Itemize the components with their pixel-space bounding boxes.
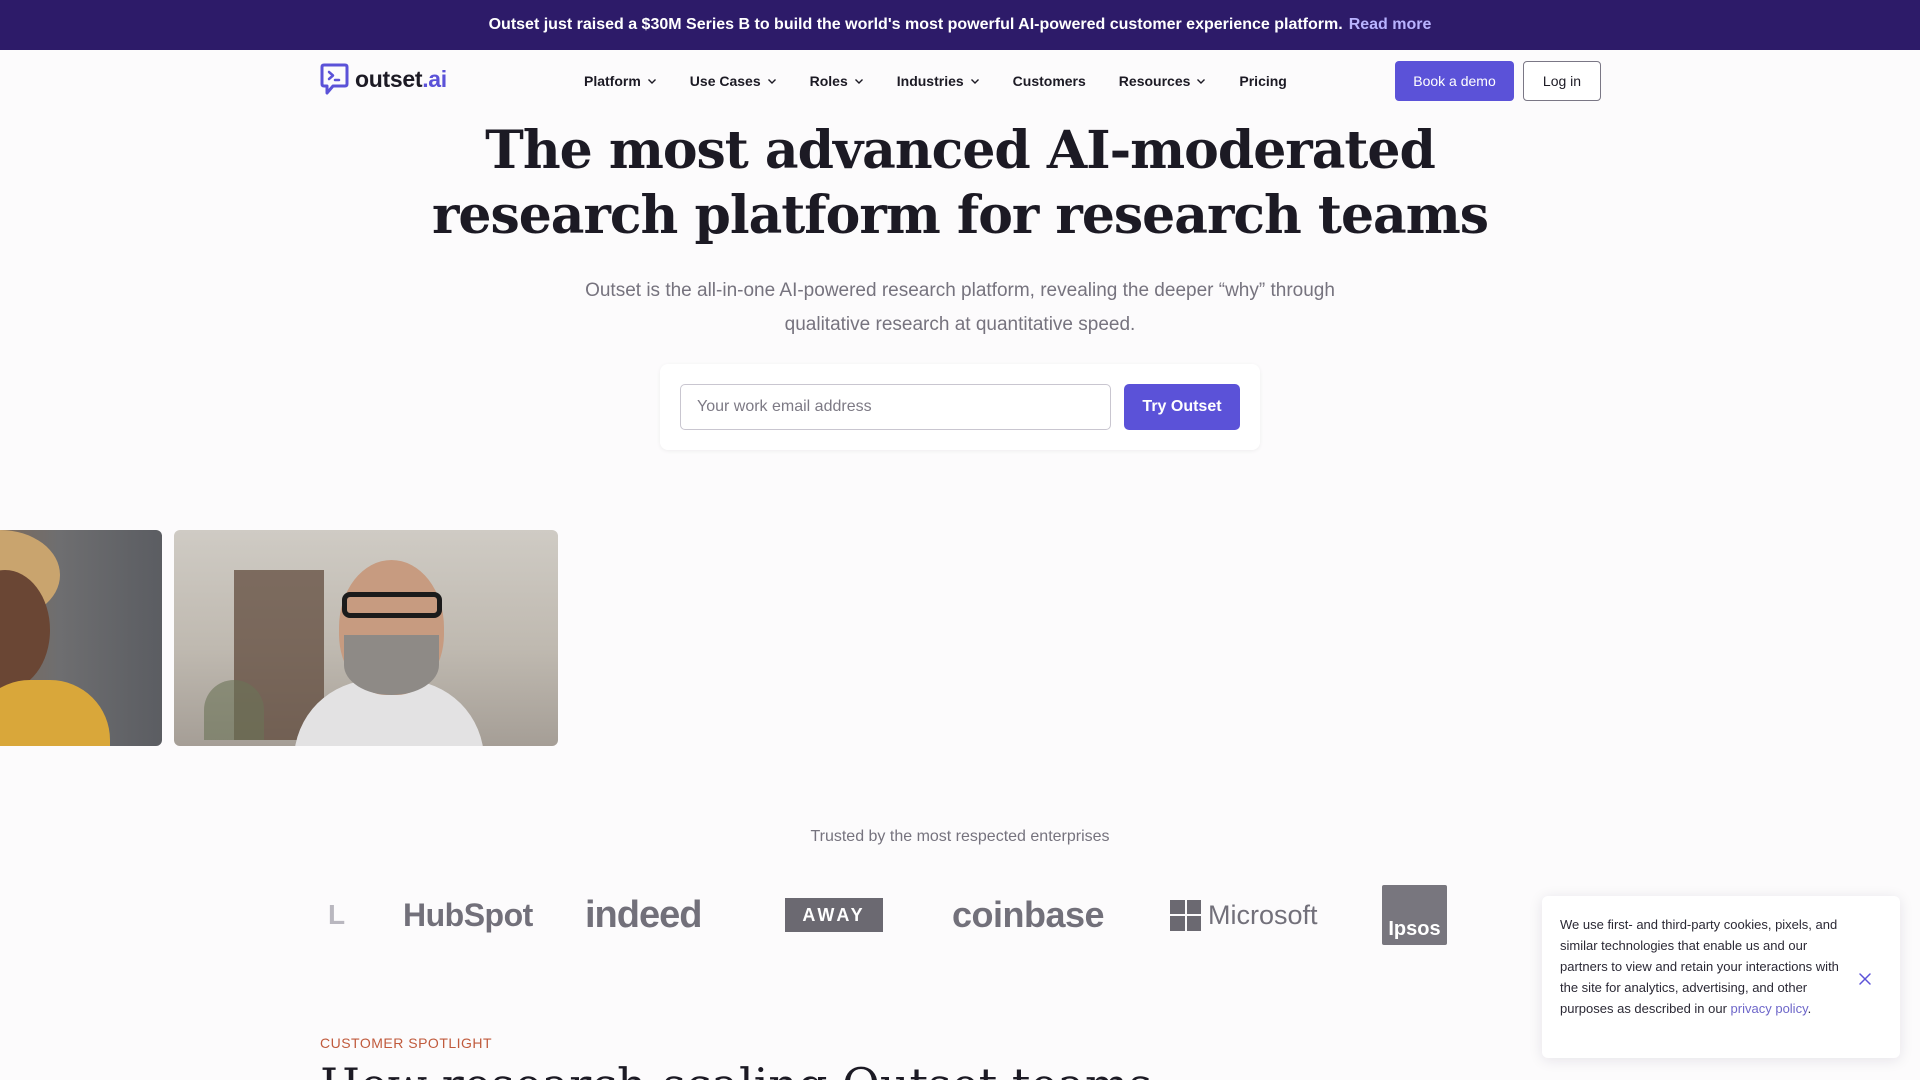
logo-wordmark: outset.ai xyxy=(355,66,447,93)
nav-label: Industries xyxy=(896,73,964,89)
close-icon xyxy=(1859,973,1871,985)
partial-logo: L xyxy=(328,899,346,930)
privacy-policy-link[interactable]: privacy policy xyxy=(1731,1001,1808,1016)
away-logo: AWAY xyxy=(785,880,883,950)
cookie-banner: We use first- and third-party cookies, p… xyxy=(1542,896,1900,1058)
announcement-bar: Outset just raised a $30M Series B to bu… xyxy=(0,0,1920,50)
coinbase-logo: coinbase xyxy=(952,894,1105,935)
nav-label: Platform xyxy=(584,73,641,89)
cookie-period: . xyxy=(1807,1001,1812,1016)
spotlight-title: How research-scaling Outset teams xyxy=(320,1058,1152,1080)
logo-accent: .ai xyxy=(422,65,447,92)
ipsos-logo: Ipsos xyxy=(1382,880,1447,950)
away-logo-text: AWAY xyxy=(785,898,883,932)
nav-label: Resources xyxy=(1118,73,1191,89)
main-nav: outset.ai Platform Use Cases Roles Indus… xyxy=(0,50,1920,112)
nav-item-use-cases[interactable]: Use Cases xyxy=(690,73,777,89)
hero-title: The most advanced AI-moderated research … xyxy=(0,118,1920,248)
try-outset-button[interactable]: Try Outset xyxy=(1124,384,1240,430)
chat-terminal-icon xyxy=(320,63,349,95)
participant-glasses xyxy=(342,592,442,618)
hubspot-logo: HubSpot xyxy=(403,896,533,933)
video-tile-participant-2[interactable] xyxy=(174,530,558,746)
participant-shirt xyxy=(0,680,110,746)
nav-item-resources[interactable]: Resources xyxy=(1119,73,1207,89)
nav-label: Customers xyxy=(1012,73,1086,89)
nav-item-pricing[interactable]: Pricing xyxy=(1239,73,1286,89)
cookie-text: We use first- and third-party cookies, p… xyxy=(1560,914,1840,1019)
logo-name: outset xyxy=(355,65,423,92)
nav-label: Pricing xyxy=(1239,73,1287,89)
nav-item-industries[interactable]: Industries xyxy=(897,73,980,89)
logo-carousel: L HubSpot indeed AWAY coinbase Microsoft… xyxy=(320,880,1510,950)
hero-title-line-2: research platform for research teams xyxy=(431,185,1489,246)
spotlight-label: CUSTOMER SPOTLIGHT xyxy=(320,1035,493,1051)
logo[interactable]: outset.ai xyxy=(319,62,447,96)
nav-item-customers[interactable]: Customers xyxy=(1013,73,1086,89)
signup-form: Try Outset xyxy=(660,364,1260,450)
chevron-down-icon xyxy=(854,79,863,84)
ipsos-logo-text: Ipsos xyxy=(1382,885,1447,945)
microsoft-squares-icon xyxy=(1170,899,1201,931)
trusted-heading: Trusted by the most respected enterprise… xyxy=(810,828,1110,845)
nav-item-roles[interactable]: Roles xyxy=(810,73,864,89)
close-cookie-button[interactable] xyxy=(1854,968,1876,990)
chevron-down-icon xyxy=(970,79,979,84)
microsoft-logo: Microsoft xyxy=(1170,880,1318,950)
chevron-down-icon xyxy=(767,79,776,84)
nav-item-platform[interactable]: Platform xyxy=(584,73,657,89)
video-tile-participant-1[interactable] xyxy=(0,530,162,746)
microsoft-logo-text: Microsoft xyxy=(1208,899,1318,930)
participant-beard xyxy=(344,635,439,695)
hero-title-line-1: The most advanced AI-moderated xyxy=(485,120,1436,181)
indeed-logo: indeed xyxy=(585,893,702,936)
hero-subtitle: Outset is the all-in-one AI-powered rese… xyxy=(585,280,1335,335)
read-more-link[interactable]: Read more xyxy=(1349,16,1432,34)
nav-label: Use Cases xyxy=(689,73,761,89)
nav-label: Roles xyxy=(809,73,848,89)
background-plant xyxy=(204,680,264,740)
chevron-down-icon xyxy=(1197,79,1206,84)
email-input[interactable] xyxy=(680,384,1111,430)
chevron-down-icon xyxy=(647,79,656,84)
login-button[interactable]: Log in xyxy=(1523,61,1601,101)
nav-menu: Platform Use Cases Roles Industries Cust… xyxy=(584,50,1320,112)
announcement-text: Outset just raised a $30M Series B to bu… xyxy=(488,16,1343,33)
book-demo-button[interactable]: Book a demo xyxy=(1395,61,1514,101)
